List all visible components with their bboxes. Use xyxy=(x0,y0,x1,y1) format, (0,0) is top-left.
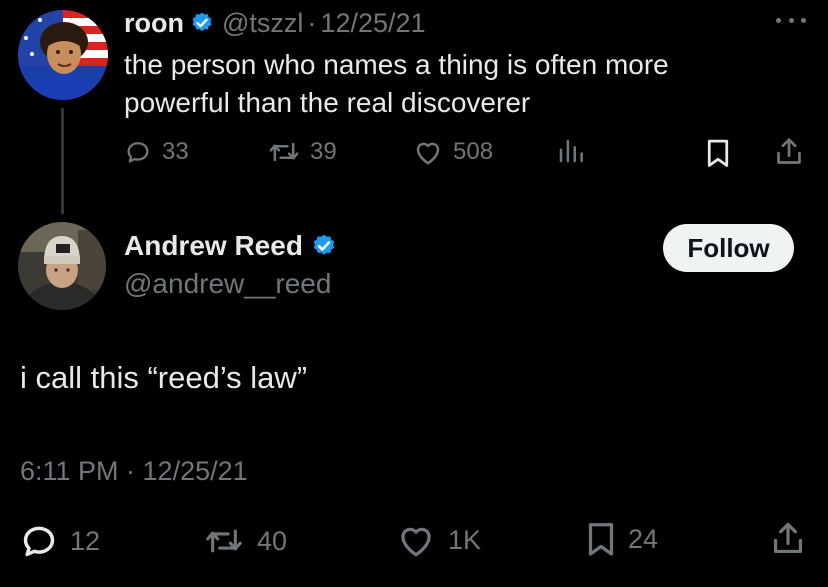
retweet-icon xyxy=(269,142,299,162)
main-retweet-button[interactable]: 40 xyxy=(203,524,287,558)
retweet-icon xyxy=(206,529,242,553)
main-tweet-timestamp[interactable]: 6:11 PM · 12/25/21 xyxy=(20,456,248,487)
main-author-name-row: Andrew Reed xyxy=(124,230,337,262)
share-icon xyxy=(777,138,801,164)
roon-avatar[interactable] xyxy=(18,10,108,100)
reply-icon xyxy=(127,142,149,163)
parent-like-button[interactable]: 508 xyxy=(413,138,493,166)
heart-icon xyxy=(401,527,431,557)
parent-author-handle[interactable]: @tszzl xyxy=(222,8,303,39)
parent-like-count: 508 xyxy=(453,138,494,165)
parent-views-button[interactable] xyxy=(556,136,596,166)
verified-badge-icon xyxy=(311,233,337,259)
main-reply-count: 12 xyxy=(70,525,101,556)
main-tweet-text: i call this “reed’s law” xyxy=(20,360,308,395)
follow-button[interactable]: Follow xyxy=(663,224,794,272)
more-icon[interactable] xyxy=(776,8,806,32)
parent-reply-button[interactable]: 33 xyxy=(124,138,189,166)
reply-icon xyxy=(23,526,55,557)
parent-tweet-header: roon @tszzl · 12/25/21 xyxy=(124,6,426,40)
header-separator: · xyxy=(307,7,317,38)
verified-badge-icon xyxy=(190,11,214,35)
main-share-button[interactable] xyxy=(770,520,806,558)
main-like-button[interactable]: 1K xyxy=(396,522,481,558)
main-bookmark-button[interactable]: 24 xyxy=(586,520,658,558)
main-author-handle[interactable]: @andrew__reed xyxy=(124,268,331,300)
parent-bookmark-button[interactable] xyxy=(705,138,731,168)
parent-reply-count: 33 xyxy=(162,138,189,165)
bookmark-icon xyxy=(588,523,614,556)
parent-author-name[interactable]: roon xyxy=(124,8,184,39)
main-retweet-count: 40 xyxy=(257,525,288,556)
heart-icon xyxy=(416,142,440,165)
main-like-count: 1K xyxy=(448,524,482,555)
parent-tweet-text: the person who names a thing is often mo… xyxy=(124,49,669,118)
main-bookmark-count: 24 xyxy=(628,523,659,554)
parent-tweet-date[interactable]: 12/25/21 xyxy=(320,8,425,39)
parent-retweet-count: 39 xyxy=(310,138,337,165)
andrew-reed-avatar[interactable] xyxy=(18,222,106,310)
parent-share-button[interactable] xyxy=(774,136,804,168)
thread-connector-line xyxy=(61,108,64,214)
bookmark-icon xyxy=(707,139,729,167)
parent-retweet-button[interactable]: 39 xyxy=(268,138,337,166)
main-reply-button[interactable]: 12 xyxy=(20,522,100,560)
share-icon xyxy=(773,522,803,554)
analytics-icon xyxy=(559,139,583,163)
main-author-name[interactable]: Andrew Reed xyxy=(124,230,303,262)
